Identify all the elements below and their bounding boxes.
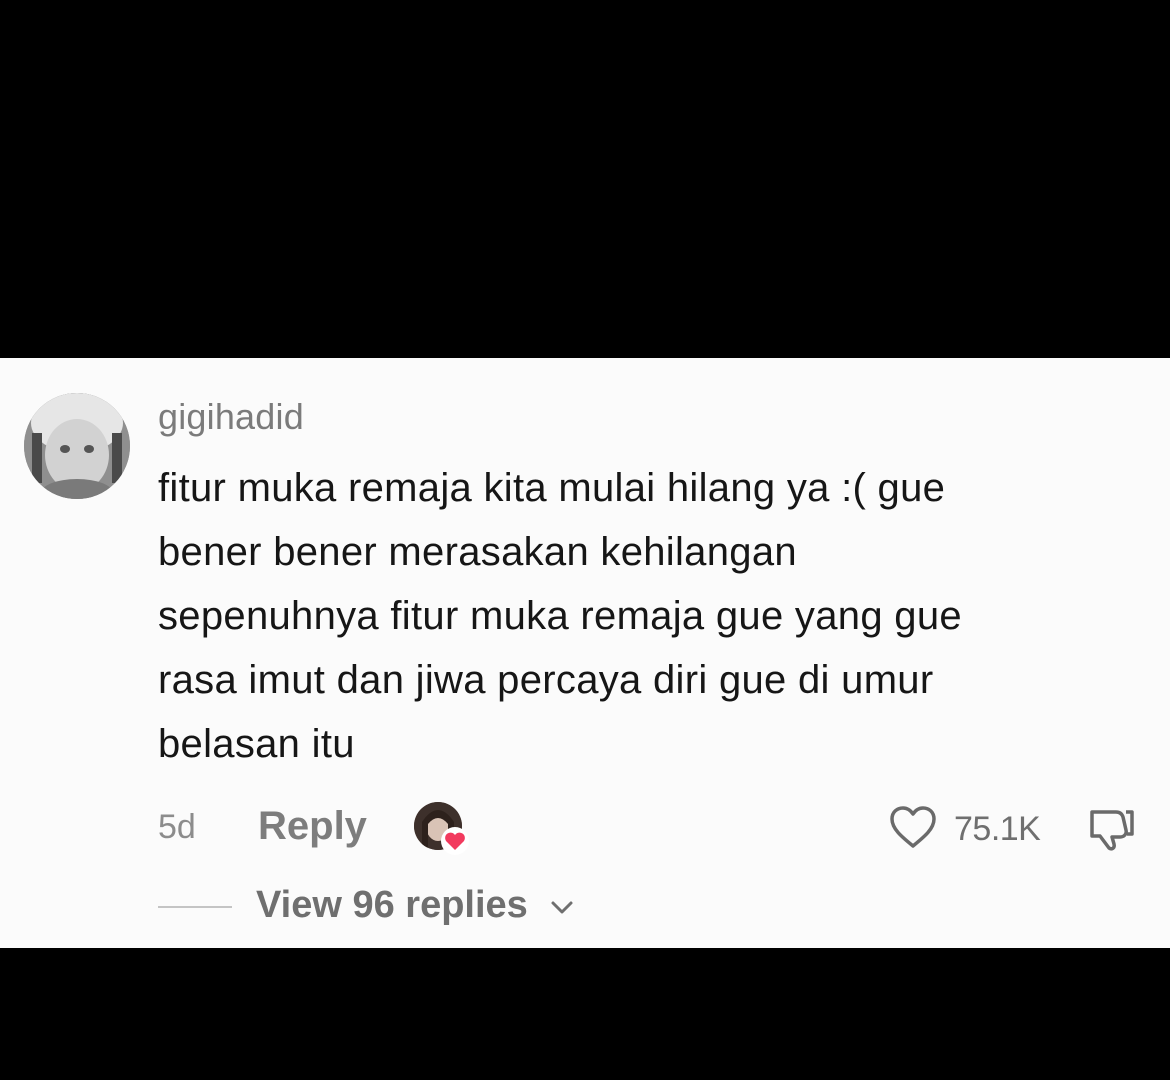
comment-line: belasan itu: [158, 722, 355, 766]
chevron-down-icon[interactable]: [548, 896, 576, 918]
thumbs-down-icon[interactable]: [1086, 806, 1138, 852]
comment-body: fitur muka remaja kita mulai hilang ya :…: [158, 456, 1138, 776]
replies-divider: [158, 906, 232, 908]
view-replies-row: View 96 replies: [0, 878, 1170, 934]
comment-username[interactable]: gigihadid: [158, 396, 304, 438]
comment-timestamp: 5d: [158, 808, 196, 846]
comment-actions: 5d Reply 75.1K: [0, 798, 1170, 858]
user-avatar[interactable]: [24, 393, 130, 499]
comment-line: sepenuhnya fitur muka remaja gue yang gu…: [158, 594, 962, 638]
view-replies-button[interactable]: View 96 replies: [256, 884, 528, 927]
reply-button[interactable]: Reply: [258, 804, 367, 849]
comment-line: fitur muka remaja kita mulai hilang ya :…: [158, 466, 946, 510]
comment-card: gigihadid fitur muka remaja kita mulai h…: [0, 358, 1170, 948]
comment-line: bener bener merasakan kehilangan: [158, 530, 797, 574]
creator-heart-icon: [441, 827, 469, 855]
comment-line: rasa imut dan jiwa percaya diri gue di u…: [158, 658, 934, 702]
user-avatar-photo: [24, 393, 130, 499]
like-count: 75.1K: [954, 810, 1041, 848]
heart-outline-icon[interactable]: [888, 804, 938, 850]
screen: gigihadid fitur muka remaja kita mulai h…: [0, 0, 1170, 1080]
